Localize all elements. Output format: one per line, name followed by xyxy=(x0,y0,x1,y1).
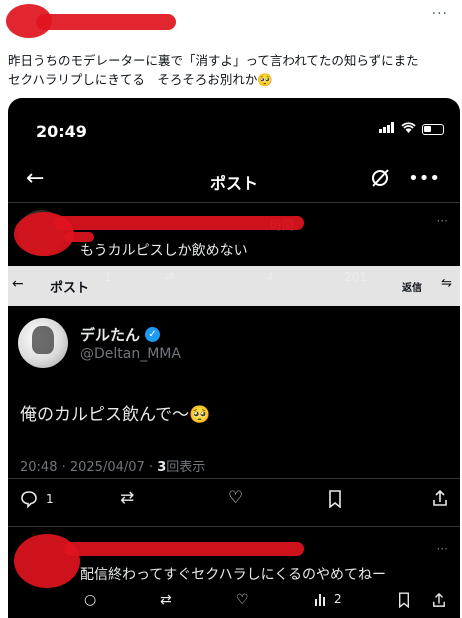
like-icon[interactable]: ♡ xyxy=(228,488,243,508)
redaction-scribble xyxy=(14,206,314,256)
status-time: 20:49 xyxy=(36,122,87,141)
signal-icon xyxy=(379,122,395,136)
status-icons xyxy=(379,122,444,136)
reply-count: 1 xyxy=(46,492,54,506)
overlay-post-bar: ← ポスト 返信 ⇋ xyxy=(8,266,460,306)
timestamp-text: 20:48 · 2025/04/07 · xyxy=(20,460,158,475)
views-label: 回表示 xyxy=(166,460,206,475)
share-icon[interactable] xyxy=(432,489,448,512)
back-arrow-icon[interactable]: ← xyxy=(12,276,24,292)
verified-badge-icon: ✓ xyxy=(145,327,161,342)
view-count: 3 xyxy=(157,460,167,475)
bookmark-icon[interactable] xyxy=(328,490,342,513)
overlay-reply-label[interactable]: 返信 xyxy=(402,279,422,294)
view-count: 2 xyxy=(334,592,342,606)
embedded-screenshot: 20:49 ← ポスト ••• 時間 ··· もうカルピスしか飲めない 1 ⇄ … xyxy=(8,98,460,618)
like-icon[interactable]: ♡ xyxy=(236,592,249,608)
reply-more-icon[interactable]: ··· xyxy=(437,214,448,228)
reply-icon[interactable]: ○ xyxy=(84,592,96,608)
post-text: 昨日うちのモデレーターに裏で「消すよ」って言われてたの知らずにまた セクハラリプ… xyxy=(8,51,458,89)
header-actions: ••• xyxy=(370,168,440,193)
wifi-icon xyxy=(401,122,416,136)
display-name[interactable]: デルたん xyxy=(80,324,140,345)
divider xyxy=(8,526,460,527)
retweet-icon[interactable]: ⇄ xyxy=(160,592,172,608)
post-text-line1: 昨日うちのモデレーターに裏で「消すよ」って言われてたの知らずにまた xyxy=(8,53,419,68)
reply-icon[interactable] xyxy=(20,490,38,513)
settings-icon[interactable]: ⇋ xyxy=(441,276,452,291)
handle[interactable]: @Deltan_MMA xyxy=(80,346,181,362)
display-name-row: デルたん ✓ xyxy=(80,324,161,345)
share-icon[interactable] xyxy=(432,592,446,612)
bookmark-icon[interactable] xyxy=(398,592,410,612)
overlay-title: ポスト xyxy=(50,281,90,296)
divider xyxy=(8,478,460,479)
retweet-icon[interactable]: ⇄ xyxy=(120,488,134,508)
post-text-line2: セクハラリプしにきてる そろそろお別れか🥺 xyxy=(8,72,273,87)
views-icon[interactable] xyxy=(314,592,328,610)
reply-more-icon[interactable]: ··· xyxy=(437,542,448,556)
more-icon[interactable]: ••• xyxy=(408,168,440,193)
redaction-scribble xyxy=(6,4,176,38)
post-actions: 1 ⇄ ♡ xyxy=(8,488,460,514)
post-timestamp: 20:48 · 2025/04/07 · 3回表示 xyxy=(20,456,205,475)
reply-text: 配信終わってすぐセクハラしにくるのやめてねー xyxy=(80,567,387,583)
avatar[interactable] xyxy=(18,318,68,368)
battery-icon xyxy=(422,123,444,135)
divider xyxy=(8,202,460,203)
more-horizontal-icon[interactable]: ··· xyxy=(432,6,448,22)
grok-icon[interactable] xyxy=(370,168,390,193)
main-post-text: 俺のカルピス飲んで～🥺 xyxy=(20,405,211,425)
